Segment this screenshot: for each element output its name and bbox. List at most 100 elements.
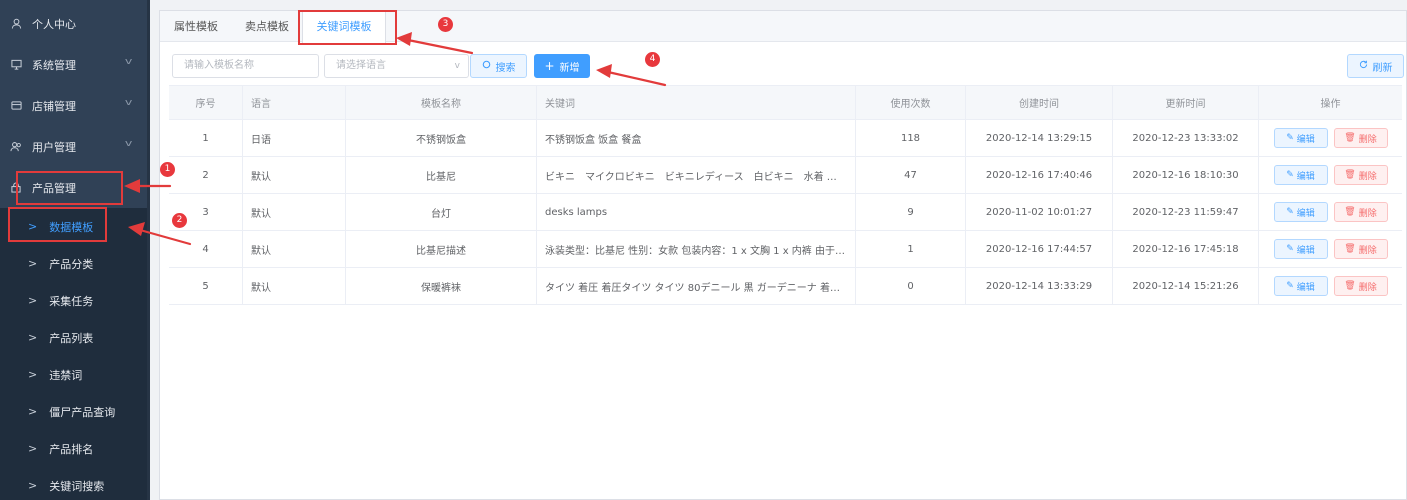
language-select-placeholder: 请选择语言 — [336, 60, 386, 71]
chevron-right-icon: > — [28, 442, 38, 455]
header-cell: 序号 — [169, 86, 243, 119]
menu-label: 店铺管理 — [32, 99, 76, 113]
submenu-label: 违禁词 — [49, 368, 83, 382]
annotation-highlight-data-template — [8, 207, 107, 242]
menu-user-management[interactable]: 用户管理 v — [0, 126, 147, 167]
edit-button[interactable]: ✎ 编辑 — [1273, 239, 1328, 259]
cell-template-name: 保暖裤袜 — [346, 268, 537, 304]
table-row: 3 默认 台灯 desks lamps 9 2020-11-02 10:01:2… — [169, 194, 1402, 231]
store-icon — [10, 100, 22, 112]
header-cell: 使用次数 — [856, 86, 966, 119]
edit-button[interactable]: ✎ 编辑 — [1273, 202, 1328, 222]
chevron-right-icon: > — [28, 405, 38, 418]
cell-language: 默认 — [243, 194, 346, 230]
keywords-text: ビキニ マイクロビキニ ビキニレディース 白ビキニ 水着 … — [545, 171, 837, 183]
menu-system-management[interactable]: 系统管理 v — [0, 44, 147, 85]
cell-language: 默认 — [243, 157, 346, 193]
annotation-badge: 2 — [172, 213, 187, 228]
submenu-zombie-product-query[interactable]: > 僵尸产品查询 — [0, 393, 147, 430]
chevron-right-icon: > — [28, 331, 38, 344]
keyword-template-table: 序号 语言 模板名称 关键词 使用次数 创建时间 更新时间 操作 1 日语 不锈… — [169, 85, 1402, 305]
add-label: 新增 — [559, 62, 580, 74]
submenu-collect-task[interactable]: > 采集任务 — [0, 282, 147, 319]
trash-icon: 🗑 — [1344, 244, 1356, 254]
cell-updated: 2020-12-23 11:59:47 — [1113, 194, 1259, 230]
header-cell: 创建时间 — [966, 86, 1113, 119]
cell-uses: 118 — [856, 120, 966, 156]
menu-personal-center[interactable]: 个人中心 — [0, 3, 147, 44]
edit-icon: ✎ — [1286, 207, 1294, 217]
menu-store-management[interactable]: 店铺管理 v — [0, 85, 147, 126]
cell-created: 2020-12-14 13:29:15 — [966, 120, 1113, 156]
delete-button[interactable]: 🗑 删除 — [1333, 128, 1388, 148]
cell-language: 日语 — [243, 120, 346, 156]
submenu-product-ranking[interactable]: > 产品排名 — [0, 430, 147, 467]
submenu-banned-words[interactable]: > 违禁词 — [0, 356, 147, 393]
cell-actions: ✎ 编辑 🗑 删除 — [1259, 268, 1402, 304]
keywords-text: タイツ 着圧 着圧タイツ タイツ 80デニール 黒 ガーデニーナ 着… — [545, 282, 840, 294]
cell-language: 默认 — [243, 231, 346, 267]
cell-uses: 1 — [856, 231, 966, 267]
cell-keywords: desks lamps — [537, 194, 856, 230]
cell-no: 4 — [169, 231, 243, 267]
refresh-icon — [1359, 60, 1368, 72]
cell-uses: 9 — [856, 194, 966, 230]
annotation-badge: 1 — [160, 162, 175, 177]
cell-uses: 0 — [856, 268, 966, 304]
cell-template-name: 台灯 — [346, 194, 537, 230]
cell-updated: 2020-12-23 13:33:02 — [1113, 120, 1259, 156]
template-name-input[interactable]: 请输入模板名称 — [172, 54, 319, 78]
cell-created: 2020-12-16 17:44:57 — [966, 231, 1113, 267]
delete-button[interactable]: 🗑 删除 — [1333, 276, 1388, 296]
cell-actions: ✎ 编辑 🗑 删除 — [1259, 194, 1402, 230]
delete-button[interactable]: 🗑 删除 — [1333, 202, 1388, 222]
edit-button[interactable]: ✎ 编辑 — [1273, 128, 1328, 148]
trash-icon: 🗑 — [1344, 281, 1356, 291]
cell-template-name: 不锈钢饭盒 — [346, 120, 537, 156]
cell-actions: ✎ 编辑 🗑 删除 — [1259, 231, 1402, 267]
monitor-icon — [10, 59, 22, 71]
annotation-highlight-product-management — [16, 171, 123, 205]
cell-no: 2 — [169, 157, 243, 193]
add-button[interactable]: + 新增 — [534, 54, 590, 78]
language-select[interactable]: 请选择语言 v — [324, 54, 469, 78]
tab-attribute-template[interactable]: 属性模板 — [160, 11, 232, 42]
delete-button[interactable]: 🗑 删除 — [1333, 239, 1388, 259]
trash-icon: 🗑 — [1344, 133, 1356, 143]
edit-label: 编辑 — [1296, 282, 1315, 293]
tab-selling-point-template[interactable]: 卖点模板 — [232, 11, 302, 42]
submenu-label: 采集任务 — [49, 294, 94, 308]
cell-actions: ✎ 编辑 🗑 删除 — [1259, 157, 1402, 193]
keywords-text: 不锈钢饭盒 饭盒 餐盒 — [545, 134, 642, 146]
cell-no: 5 — [169, 268, 243, 304]
cell-keywords: 泳装类型：比基尼 性别：女款 包装内容：1 x 文胸 1 x 内裤 由于… — [537, 231, 856, 267]
cell-uses: 47 — [856, 157, 966, 193]
edit-button[interactable]: ✎ 编辑 — [1273, 165, 1328, 185]
search-button[interactable]: 搜索 — [470, 54, 527, 78]
chevron-down-icon: v — [124, 57, 133, 67]
chevron-down-icon: v — [124, 98, 133, 108]
search-icon — [482, 60, 491, 72]
main-card: 属性模板 卖点模板 关键词模板 请输入模板名称 请选择语言 v 搜索 + 新增 … — [159, 10, 1407, 500]
table-row: 4 默认 比基尼描述 泳装类型：比基尼 性别：女款 包装内容：1 x 文胸 1 … — [169, 231, 1402, 268]
table-row: 1 日语 不锈钢饭盒 不锈钢饭盒 饭盒 餐盒 118 2020-12-14 13… — [169, 120, 1402, 157]
cell-template-name: 比基尼 — [346, 157, 537, 193]
chevron-down-icon: v — [124, 139, 133, 149]
chevron-right-icon: > — [28, 479, 38, 492]
refresh-button[interactable]: 刷新 — [1347, 54, 1404, 78]
header-cell: 模板名称 — [346, 86, 537, 119]
edit-button[interactable]: ✎ 编辑 — [1273, 276, 1328, 296]
chevron-right-icon: > — [28, 368, 38, 381]
submenu-product-list[interactable]: > 产品列表 — [0, 319, 147, 356]
submenu-label: 产品排名 — [49, 442, 94, 456]
cell-created: 2020-11-02 10:01:27 — [966, 194, 1113, 230]
submenu-label: 产品分类 — [49, 257, 94, 271]
edit-label: 编辑 — [1296, 134, 1315, 145]
cell-keywords: タイツ 着圧 着圧タイツ タイツ 80デニール 黒 ガーデニーナ 着… — [537, 268, 856, 304]
submenu-product-category[interactable]: > 产品分类 — [0, 245, 147, 282]
users-icon — [10, 141, 22, 153]
submenu-label: 产品列表 — [49, 331, 94, 345]
cell-created: 2020-12-14 13:33:29 — [966, 268, 1113, 304]
delete-button[interactable]: 🗑 删除 — [1333, 165, 1388, 185]
submenu-keyword-search[interactable]: > 关键词搜索 — [0, 467, 147, 500]
